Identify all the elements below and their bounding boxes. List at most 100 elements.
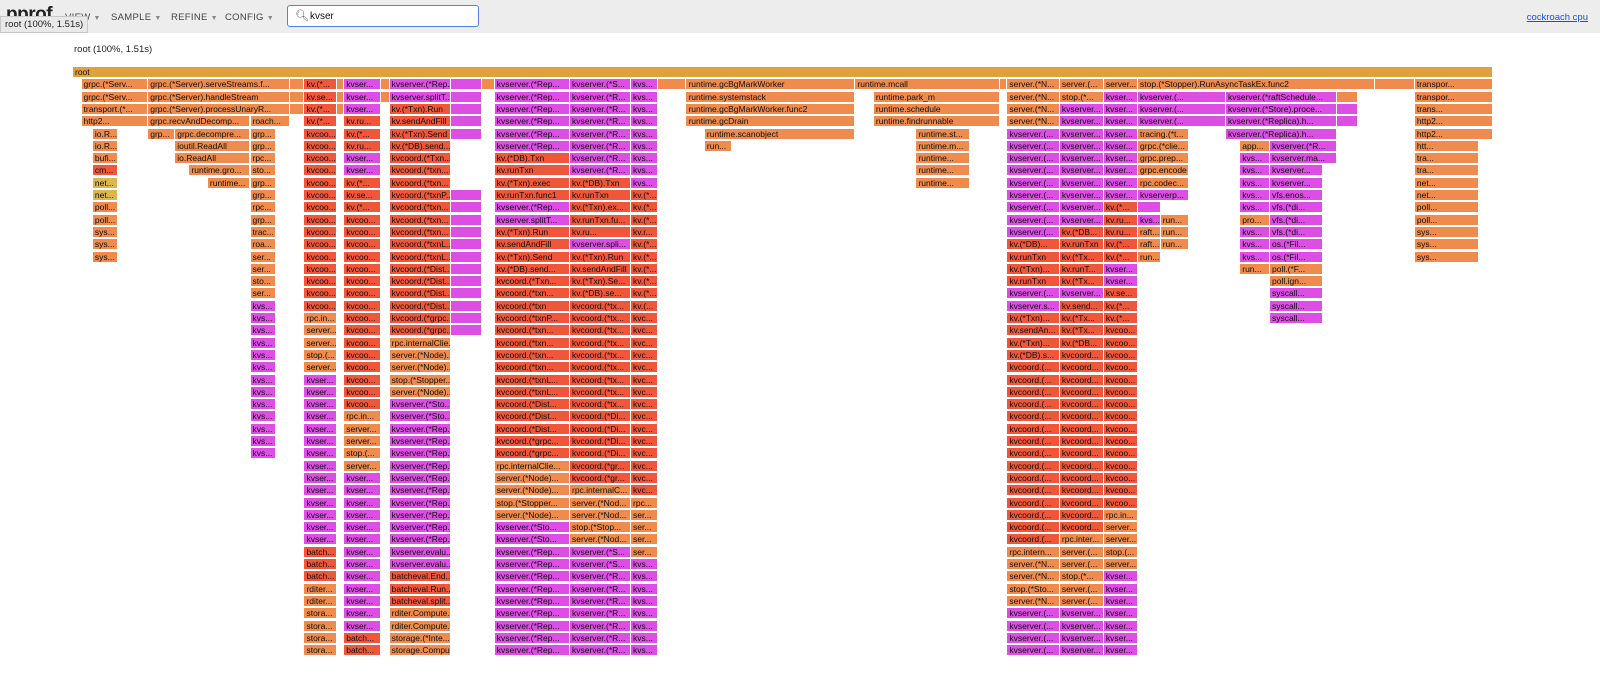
flame-frame[interactable]: kvcoord.(... [1007, 448, 1060, 460]
flame-frame[interactable]: htt... [1414, 140, 1479, 152]
flame-frame[interactable]: kvcoo... [344, 226, 382, 238]
flame-frame[interactable]: server... [304, 337, 338, 349]
flame-frame[interactable]: kvc... [631, 362, 659, 374]
flame-frame[interactable]: kvserver... [1059, 645, 1104, 657]
flame-frame[interactable]: kvcoord... [1059, 386, 1104, 398]
flame-frame[interactable]: kvcoord... [1059, 436, 1104, 447]
flame-frame[interactable]: kvc... [631, 349, 659, 361]
flame-frame[interactable]: http2... [81, 116, 149, 128]
flame-frame[interactable]: kvser... [304, 436, 338, 447]
flame-frame[interactable] [450, 251, 482, 263]
flame-frame[interactable] [1336, 103, 1359, 115]
flame-frame[interactable]: kv.(*Txn).ex... [570, 202, 632, 214]
flame-frame[interactable]: kvcoord.(*tx... [570, 362, 632, 374]
flame-frame[interactable]: kvcoo... [304, 177, 338, 189]
flame-frame[interactable]: batch... [344, 632, 382, 644]
flame-frame[interactable]: stora... [304, 620, 338, 632]
flame-frame[interactable]: kvserver.(... [1138, 91, 1227, 103]
flame-frame[interactable]: kvserver.(*R... [570, 165, 632, 177]
flame-frame[interactable]: kvser... [344, 534, 382, 546]
flame-frame[interactable]: kvcoord.(*Dist... [494, 411, 570, 423]
flame-frame[interactable]: grpc.encode [1138, 165, 1190, 177]
flame-frame[interactable] [450, 190, 482, 201]
flame-frame[interactable]: kvs... [250, 300, 277, 312]
flame-frame[interactable]: runtime.scanobject [704, 128, 856, 140]
flame-frame[interactable]: kvserver... [1059, 103, 1104, 115]
flame-frame[interactable]: batcheval.End... [389, 571, 451, 583]
flame-frame[interactable]: ser... [631, 546, 659, 558]
flame-frame[interactable]: kvcoo... [344, 288, 382, 300]
flame-frame[interactable]: run... [704, 140, 732, 152]
flame-frame[interactable]: kvcoord.(... [1007, 411, 1060, 423]
flame-frame[interactable]: grpc.decompre... [175, 128, 251, 140]
flame-frame[interactable]: kvc... [631, 472, 659, 484]
flame-frame[interactable]: kvserver.(*Rep... [389, 79, 451, 91]
flame-frame[interactable]: rpc... [631, 497, 659, 509]
flame-frame[interactable]: kv.(*... [631, 202, 659, 214]
flame-frame[interactable]: rditer... [304, 583, 338, 595]
flame-frame[interactable]: kv.runTxn.fu... [570, 214, 632, 226]
flame-frame[interactable]: kvs... [631, 153, 659, 165]
flame-frame[interactable]: ser... [250, 263, 277, 275]
flame-frame[interactable]: storage.(*Inte... [389, 632, 451, 644]
flame-frame[interactable] [450, 313, 482, 324]
flame-frame[interactable]: ser... [250, 251, 277, 263]
flame-frame[interactable]: kvs... [250, 411, 277, 423]
flame-frame[interactable]: kvcoord.(*txnL... [494, 374, 570, 386]
flame-frame[interactable]: kvcoo... [1103, 460, 1138, 472]
flame-frame[interactable]: kv.(*Txn).Run [494, 226, 570, 238]
flame-frame[interactable]: kvc... [631, 448, 659, 460]
flame-frame[interactable]: kv.se... [304, 91, 338, 103]
flame-frame[interactable]: kvser... [1103, 571, 1138, 583]
flame-frame[interactable]: kvcoo... [1103, 337, 1138, 349]
flame-frame[interactable]: kvserver.(*Replica).h... [1226, 116, 1337, 128]
flame-frame[interactable]: kvser... [304, 485, 338, 497]
flame-frame[interactable]: kvserver.(*Rep... [494, 645, 570, 657]
flame-frame[interactable]: runtime... [916, 177, 971, 189]
flame-frame[interactable]: kvcoord... [1059, 522, 1104, 534]
flame-frame[interactable]: kvs... [1240, 153, 1271, 165]
flame-frame[interactable]: roa... [250, 239, 277, 251]
flame-frame[interactable]: grpc.(*Serv... [81, 91, 149, 103]
flame-frame[interactable]: kv.se... [344, 190, 382, 201]
flame-frame[interactable]: kvs... [1240, 239, 1271, 251]
flame-frame[interactable]: kvs... [250, 399, 277, 411]
flame-frame[interactable] [337, 103, 345, 115]
flame-frame[interactable]: kvcoord.(*txn... [389, 177, 451, 189]
flame-frame[interactable]: kvserver.(*Rep... [494, 546, 570, 558]
flame-frame[interactable]: kvcoord.(*Di... [570, 423, 632, 435]
flame-frame[interactable]: server.(*N... [1007, 116, 1060, 128]
flame-frame[interactable]: kvserver.(*R... [570, 116, 632, 128]
flame-frame[interactable]: kvcoord.(*Dist... [494, 399, 570, 411]
flame-frame[interactable]: net... [92, 190, 119, 201]
flame-frame[interactable]: kvser... [304, 386, 338, 398]
flame-frame[interactable]: kvserver.(... [1007, 288, 1060, 300]
flame-frame[interactable]: kvser... [304, 497, 338, 509]
flame-frame[interactable]: kvs... [250, 374, 277, 386]
flame-frame[interactable]: transpor... [1414, 79, 1493, 91]
flame-frame[interactable]: kvserver... [1059, 116, 1104, 128]
flame-frame[interactable] [337, 79, 345, 91]
flame-frame[interactable]: kvser... [304, 374, 338, 386]
flame-frame[interactable]: poll.ign... [1270, 276, 1323, 288]
flame-frame[interactable]: kv.(*... [304, 79, 338, 91]
flame-frame[interactable]: kvser... [1103, 595, 1138, 607]
flame-frame[interactable]: kvc... [631, 423, 659, 435]
flame-frame[interactable]: kvserver... [1059, 140, 1104, 152]
flame-frame[interactable]: kvcoord.(*txn [494, 300, 570, 312]
flame-frame[interactable]: sto... [250, 165, 277, 177]
flame-frame[interactable]: server.(*Node)... [494, 485, 570, 497]
flame-frame[interactable]: kvcoo... [1103, 374, 1138, 386]
flame-frame[interactable]: kvser... [304, 411, 338, 423]
flame-frame[interactable]: runtime.schedule [873, 103, 1001, 115]
flame-frame[interactable]: kvcoo... [344, 239, 382, 251]
flame-frame[interactable]: kvcoord... [1059, 362, 1104, 374]
flame-frame[interactable]: kvcoo... [304, 300, 338, 312]
flame-frame[interactable]: stop.(*Stopper... [389, 374, 451, 386]
flame-frame[interactable]: kvcoord.(*txn... [389, 214, 451, 226]
flame-frame[interactable]: kvcoo... [344, 214, 382, 226]
flame-frame[interactable]: syscall... [1270, 300, 1323, 312]
flame-frame[interactable]: kvcoord... [1059, 411, 1104, 423]
flame-frame[interactable]: syscall... [1270, 313, 1323, 324]
flame-frame[interactable]: kvcoo... [304, 128, 338, 140]
